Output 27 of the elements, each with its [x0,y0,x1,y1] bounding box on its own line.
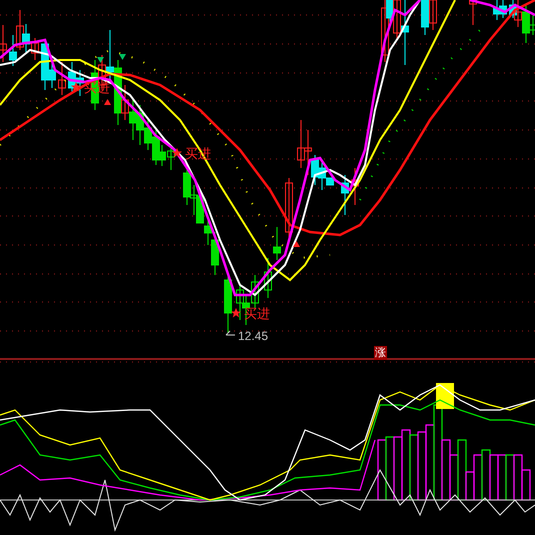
triangle-icon [119,54,126,60]
star-icon [71,82,81,92]
triangle-icon [104,99,111,105]
histogram-bar [449,454,459,501]
histogram-bar [409,434,419,501]
candlestick [224,274,232,334]
arrow-icon [226,330,236,336]
histogram-bar [393,436,403,501]
histogram-bar [401,429,411,501]
star-icon [172,148,182,158]
histogram-bar [481,449,491,501]
candlestick [351,168,359,206]
rise-badge: 涨 [374,346,387,360]
histogram-bar [505,454,515,501]
low-price-label: 12.45 [238,329,268,343]
histogram-bar [489,454,499,501]
candlestick [341,174,349,216]
histogram-bar [377,439,387,501]
triangle-icon [97,57,104,63]
candlestick [469,0,477,26]
histogram-bar [497,454,507,501]
star-icon [231,308,241,318]
triangle-icon [293,241,300,247]
histogram-bar [385,436,395,501]
candlestick [58,62,66,96]
histogram-bar [417,431,427,501]
candlestick [0,24,7,62]
